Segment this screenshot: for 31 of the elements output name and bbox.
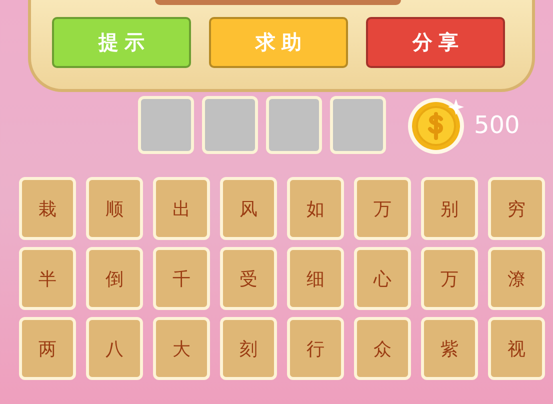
answer-slot[interactable]: [202, 96, 258, 154]
action-button[interactable]: 分享: [366, 17, 505, 68]
character-tile[interactable]: 行: [287, 317, 344, 380]
character-tile[interactable]: 紫: [421, 317, 478, 380]
coin-count: 500: [474, 111, 520, 139]
answer-slot[interactable]: [138, 96, 194, 154]
character-tile[interactable]: 刻: [220, 317, 277, 380]
character-tile[interactable]: 出: [153, 177, 210, 240]
character-tile[interactable]: 八: [86, 317, 143, 380]
coin-icon: [406, 95, 466, 155]
character-tile[interactable]: 心: [354, 247, 411, 310]
character-tile[interactable]: 潦: [488, 247, 545, 310]
character-tile[interactable]: 大: [153, 317, 210, 380]
character-tile[interactable]: 栽: [19, 177, 76, 240]
answer-slot[interactable]: [330, 96, 386, 154]
character-tile[interactable]: 两: [19, 317, 76, 380]
character-tile[interactable]: 穷: [488, 177, 545, 240]
character-tile[interactable]: 风: [220, 177, 277, 240]
character-tile[interactable]: 视: [488, 317, 545, 380]
character-tile[interactable]: 受: [220, 247, 277, 310]
character-tile[interactable]: 细: [287, 247, 344, 310]
character-tile[interactable]: 倒: [86, 247, 143, 310]
character-tile[interactable]: 千: [153, 247, 210, 310]
character-tile[interactable]: 众: [354, 317, 411, 380]
character-tile[interactable]: 如: [287, 177, 344, 240]
character-tile[interactable]: 别: [421, 177, 478, 240]
character-tile[interactable]: 万: [354, 177, 411, 240]
character-tile[interactable]: 半: [19, 247, 76, 310]
answer-slot[interactable]: [266, 96, 322, 154]
character-tile[interactable]: 万: [421, 247, 478, 310]
character-tile[interactable]: 顺: [86, 177, 143, 240]
